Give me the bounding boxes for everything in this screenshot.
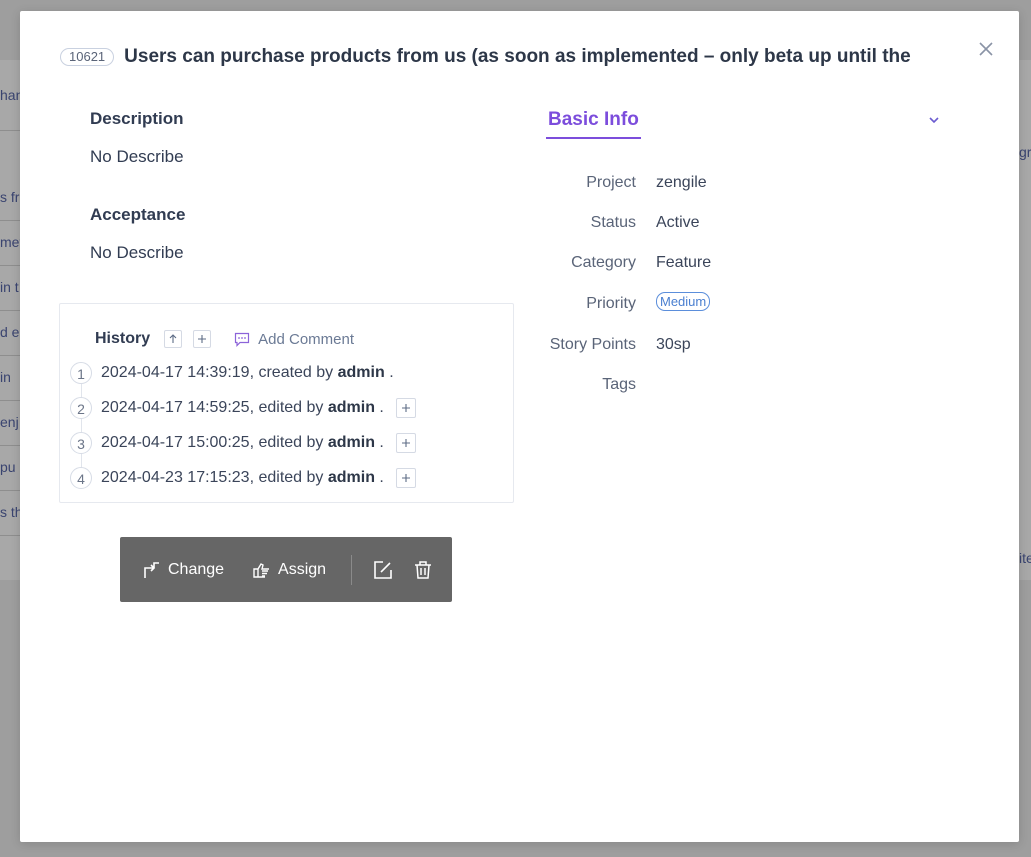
entry-time: 2024-04-17 14:39:19, created by bbox=[101, 364, 338, 381]
background-divider bbox=[0, 130, 20, 131]
history-entry: 3 2024-04-17 15:00:25, edited by admin . bbox=[70, 431, 416, 455]
entry-user: admin bbox=[327, 399, 375, 416]
project-label: Project bbox=[586, 174, 636, 191]
story-title: Users can purchase products from us (as … bbox=[124, 46, 911, 67]
history-entry: 1 2024-04-17 14:39:19, created by admin … bbox=[70, 361, 394, 385]
history-entry: 4 2024-04-23 17:15:23, edited by admin . bbox=[70, 466, 416, 490]
sort-history-button[interactable] bbox=[164, 330, 183, 348]
chevron-down-icon bbox=[929, 117, 939, 124]
background-divider bbox=[0, 445, 20, 446]
acceptance-value: No Describe bbox=[90, 243, 184, 262]
story-id-badge: 10621 bbox=[60, 48, 115, 66]
entry-time: 2024-04-17 14:59:25, edited by bbox=[101, 399, 328, 416]
category-value: Feature bbox=[656, 254, 712, 271]
close-icon bbox=[979, 42, 993, 56]
change-button[interactable]: Change bbox=[142, 561, 224, 579]
category-label: Category bbox=[571, 254, 636, 271]
acceptance-label: Acceptance bbox=[90, 205, 186, 224]
story-points-value: 30sp bbox=[656, 336, 691, 353]
entry-time: 2024-04-23 17:15:23, edited by bbox=[101, 469, 328, 486]
tags-label: Tags bbox=[602, 376, 636, 393]
description-value: No Describe bbox=[90, 147, 184, 166]
edit-button[interactable] bbox=[373, 560, 393, 580]
assign-button[interactable]: Assign bbox=[252, 561, 326, 579]
entry-text: 2024-04-17 14:39:19, created by admin . bbox=[101, 364, 394, 382]
action-bar-divider bbox=[351, 554, 353, 585]
close-button[interactable] bbox=[977, 40, 995, 58]
status-label: Status bbox=[590, 214, 636, 231]
collapse-basic-info-button[interactable] bbox=[928, 113, 940, 131]
background-text: pu bbox=[0, 459, 16, 475]
priority-label: Priority bbox=[586, 295, 636, 312]
entry-time: 2024-04-17 15:00:25, edited by bbox=[101, 434, 328, 451]
description-label: Description bbox=[90, 109, 184, 128]
background-text: d e bbox=[0, 324, 20, 340]
status-value: Active bbox=[656, 214, 700, 231]
entry-user: admin bbox=[327, 469, 375, 486]
delete-button[interactable] bbox=[413, 560, 433, 580]
trash-icon bbox=[415, 560, 432, 579]
plus-icon bbox=[401, 474, 410, 482]
action-bar: Change Assign bbox=[120, 537, 452, 602]
entry-user: admin bbox=[337, 364, 385, 381]
background-text: ite bbox=[1019, 550, 1031, 566]
expand-entry-button[interactable] bbox=[395, 468, 416, 488]
background-text: in t bbox=[0, 279, 19, 295]
history-entry: 2 2024-04-17 14:59:25, edited by admin . bbox=[70, 396, 416, 420]
background-divider bbox=[0, 220, 20, 221]
entry-text: 2024-04-17 14:59:25, edited by admin . bbox=[101, 399, 384, 417]
tab-basic-info[interactable]: Basic Info bbox=[546, 109, 641, 139]
arrow-up-icon bbox=[169, 334, 177, 343]
entry-number: 2 bbox=[70, 397, 92, 419]
priority-badge: Medium bbox=[656, 292, 711, 311]
plus-icon bbox=[198, 335, 207, 343]
background-divider bbox=[0, 490, 20, 491]
history-header: History Add Comment bbox=[95, 330, 354, 348]
entry-suffix: . bbox=[384, 364, 394, 381]
background-divider bbox=[0, 535, 20, 536]
background-divider bbox=[0, 310, 20, 311]
hand-pointer-icon bbox=[253, 562, 270, 578]
expand-entry-button[interactable] bbox=[395, 398, 416, 418]
plus-icon bbox=[401, 439, 410, 447]
entry-suffix: . bbox=[374, 399, 384, 416]
plus-icon bbox=[401, 404, 410, 412]
story-detail-modal: 10621 Users can purchase products from u… bbox=[20, 11, 1019, 842]
edit-icon bbox=[374, 560, 392, 579]
entry-number: 4 bbox=[70, 467, 92, 489]
modal-header: 10621 Users can purchase products from u… bbox=[60, 45, 960, 69]
expand-all-button[interactable] bbox=[193, 330, 212, 348]
entry-user: admin bbox=[327, 434, 375, 451]
change-label: Change bbox=[168, 560, 225, 578]
assign-label: Assign bbox=[278, 560, 327, 578]
entry-text: 2024-04-23 17:15:23, edited by admin . bbox=[101, 469, 384, 487]
entry-suffix: . bbox=[374, 434, 384, 451]
add-comment-label: Add Comment bbox=[258, 330, 354, 348]
add-comment-button[interactable]: Add Comment bbox=[234, 331, 354, 348]
history-panel: History Add Comment 1 2024-04-17 14:39:1… bbox=[59, 303, 514, 503]
project-value: zengile bbox=[656, 174, 707, 191]
background-text: in bbox=[0, 369, 11, 385]
background-divider bbox=[0, 355, 20, 356]
expand-entry-button[interactable] bbox=[395, 433, 416, 453]
background-divider bbox=[0, 400, 20, 401]
history-title: History bbox=[95, 330, 151, 347]
background-text: gr bbox=[1019, 144, 1031, 160]
background-text: enj bbox=[0, 414, 19, 430]
entry-number: 3 bbox=[70, 432, 92, 454]
change-icon bbox=[144, 561, 159, 578]
comment-icon bbox=[235, 332, 250, 347]
story-points-label: Story Points bbox=[549, 336, 636, 353]
entry-text: 2024-04-17 15:00:25, edited by admin . bbox=[101, 434, 384, 452]
background-divider bbox=[0, 265, 20, 266]
entry-suffix: . bbox=[374, 469, 384, 486]
entry-number: 1 bbox=[70, 362, 92, 384]
